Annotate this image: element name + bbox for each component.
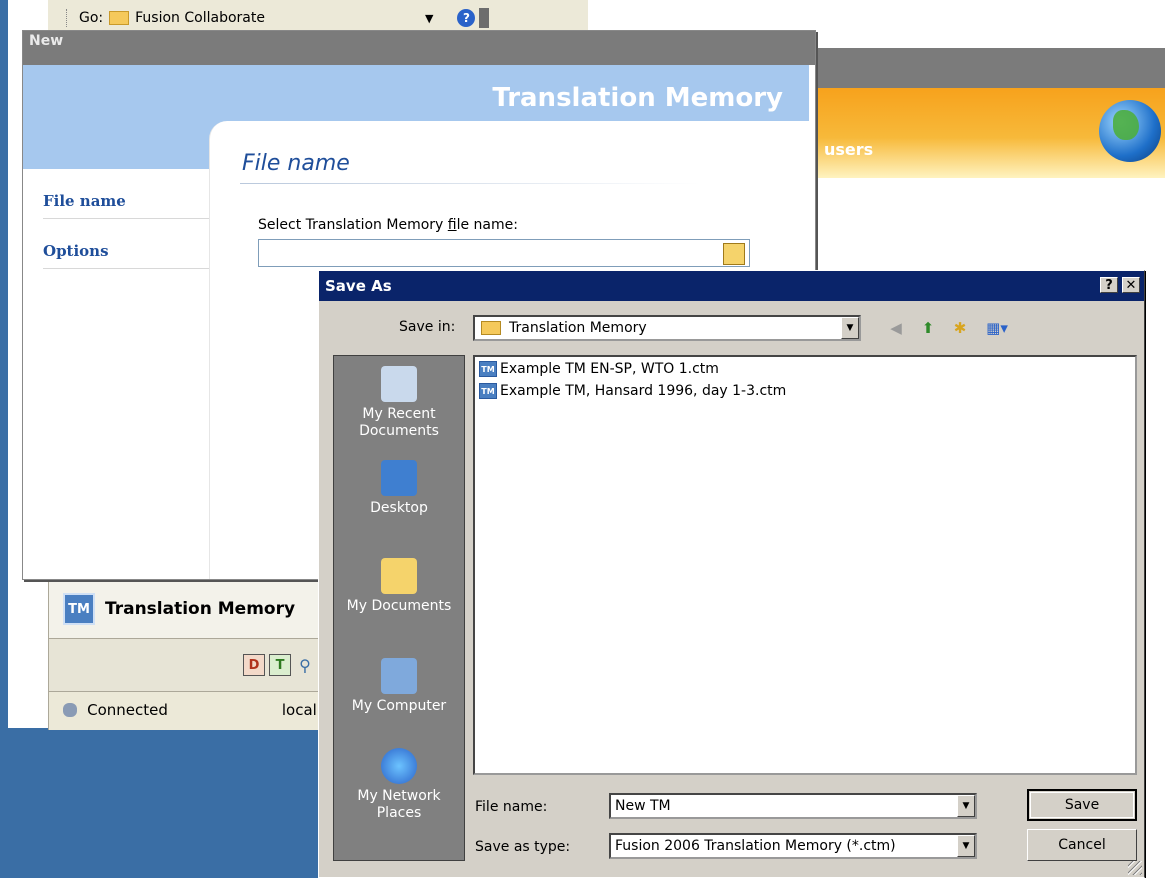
background-banner: users: [818, 88, 1165, 178]
status-bar: Connected locall: [49, 692, 321, 728]
cancel-button[interactable]: Cancel: [1027, 829, 1137, 861]
my-computer-icon: [381, 658, 417, 694]
folder-icon: [481, 321, 501, 335]
banner-fragment: users: [824, 140, 874, 159]
save-as-toolbar: ◀ ⬆ ✱ ▦▾: [885, 317, 1023, 339]
file-name-label: File name:: [475, 799, 548, 815]
wizard-nav: File name Options: [23, 169, 209, 579]
tm-file-name-input[interactable]: [258, 239, 750, 267]
list-item[interactable]: TM Example TM, Hansard 1996, day 1-3.ctm: [475, 381, 1135, 401]
save-as-title: Save As: [325, 277, 392, 295]
save-as-dialog: Save As ? ✕ Save in: Translation Memory …: [318, 270, 1145, 878]
wizard-banner-title: Translation Memory: [492, 83, 783, 113]
desktop-background: [8, 728, 318, 878]
save-button[interactable]: Save: [1027, 789, 1137, 821]
place-my-recent-documents[interactable]: My Recent Documents: [334, 366, 464, 440]
toolbar-end-icon: [479, 8, 490, 28]
chevron-down-icon[interactable]: ▼: [425, 12, 433, 25]
browse-folder-icon[interactable]: [723, 243, 745, 265]
views-menu-icon[interactable]: ▦▾: [981, 317, 1013, 339]
save-as-type-label: Save as type:: [475, 839, 571, 855]
t-icon[interactable]: T: [269, 654, 291, 676]
background-titlebar: [818, 48, 1165, 88]
places-bar: My Recent Documents Desktop My Documents…: [333, 355, 465, 861]
list-item[interactable]: TM Example TM EN-SP, WTO 1.ctm: [475, 359, 1135, 379]
toolbar-grip[interactable]: [66, 9, 69, 27]
file-name-input[interactable]: New TM ▼: [609, 793, 977, 819]
search-icon[interactable]: ⚲: [295, 655, 315, 675]
save-in-value: Translation Memory: [509, 320, 647, 336]
save-as-titlebar[interactable]: Save As ? ✕: [319, 271, 1144, 301]
help-icon[interactable]: ?: [457, 9, 476, 27]
tm-file-icon: TM: [479, 361, 497, 377]
file-list[interactable]: TM Example TM EN-SP, WTO 1.ctm TM Exampl…: [473, 355, 1137, 775]
nav-item-file-name[interactable]: File name: [43, 169, 209, 219]
section-divider: [240, 183, 700, 184]
place-desktop[interactable]: Desktop: [334, 460, 464, 517]
recent-documents-icon: [381, 366, 417, 402]
tm-icon: TM: [63, 593, 95, 625]
chevron-down-icon[interactable]: ▼: [957, 795, 975, 817]
resize-grip[interactable]: [1128, 861, 1142, 875]
save-in-combo[interactable]: Translation Memory ▼: [473, 315, 861, 341]
place-my-documents[interactable]: My Documents: [334, 558, 464, 615]
desktop-icon: [381, 460, 417, 496]
tm-file-icon: TM: [479, 383, 497, 399]
chevron-down-icon[interactable]: ▼: [841, 317, 859, 339]
nav-item-options[interactable]: Options: [43, 219, 209, 269]
tm-panel-title: Translation Memory: [105, 599, 296, 619]
tm-panel-toolbar: D T ⚲: [49, 639, 321, 692]
help-button[interactable]: ?: [1100, 277, 1118, 293]
save-as-type-select[interactable]: Fusion 2006 Translation Memory (*.ctm) ▼: [609, 833, 977, 859]
tm-file-label: Select Translation Memory file name:: [258, 217, 518, 233]
status-host: locall: [281, 701, 321, 719]
section-heading: File name: [242, 151, 350, 176]
place-my-computer[interactable]: My Computer: [334, 658, 464, 715]
file-name: Example TM, Hansard 1996, day 1-3.ctm: [500, 383, 787, 399]
tm-panel: TM Translation Memory D T ⚲ Connected lo…: [48, 580, 321, 730]
save-in-label: Save in:: [399, 319, 456, 335]
close-button[interactable]: ✕: [1122, 277, 1140, 293]
tm-panel-header: TM Translation Memory: [49, 580, 321, 639]
chevron-down-icon[interactable]: ▼: [957, 835, 975, 857]
connection-icon: [63, 703, 78, 717]
globe-icon: [1099, 100, 1161, 162]
new-folder-icon[interactable]: ✱: [949, 317, 971, 339]
go-location[interactable]: Fusion Collaborate: [135, 10, 265, 26]
back-icon[interactable]: ◀: [885, 317, 907, 339]
my-documents-icon: [381, 558, 417, 594]
new-wizard-titlebar[interactable]: New: [23, 31, 815, 65]
new-wizard-title: New: [29, 33, 64, 49]
go-label: Go:: [79, 10, 104, 26]
d-icon[interactable]: D: [243, 654, 265, 676]
file-name: Example TM EN-SP, WTO 1.ctm: [500, 361, 719, 377]
up-folder-icon[interactable]: ⬆: [917, 317, 939, 339]
status-text: Connected: [87, 701, 168, 719]
folder-icon: [109, 11, 130, 25]
network-places-icon: [381, 748, 417, 784]
place-my-network-places[interactable]: My Network Places: [334, 748, 464, 822]
